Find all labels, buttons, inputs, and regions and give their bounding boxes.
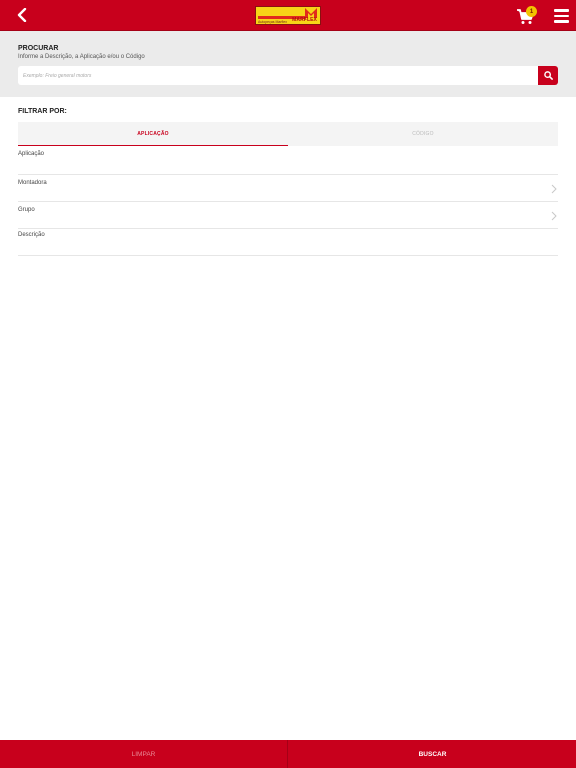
chevron-right-icon — [551, 211, 557, 221]
filter-label: FILTRAR POR: — [18, 108, 67, 115]
field-aplicacao[interactable]: Aplicação — [18, 146, 558, 175]
field-montadora[interactable]: Montadora — [18, 175, 558, 202]
footer-bar: LIMPAR BUSCAR — [0, 740, 576, 768]
logo-wordmark: MARFLEX — [292, 17, 317, 23]
menu-bar — [554, 20, 569, 23]
field-descricao[interactable]: Descrição — [18, 229, 558, 256]
tab-aplicacao[interactable]: APLICAÇÃO — [18, 122, 288, 146]
menu-bar — [554, 14, 569, 17]
menu-bar — [554, 9, 569, 12]
field-label: Montadora — [18, 180, 47, 186]
tab-codigo[interactable]: CÓDIGO — [288, 122, 558, 146]
app-header: Autopeças Marflex MARFLEX 1 — [0, 0, 576, 31]
chevron-left-icon — [17, 8, 27, 22]
back-button[interactable] — [12, 5, 32, 25]
chevron-right-icon — [551, 184, 557, 194]
logo-tagline: Autopeças Marflex — [258, 20, 287, 24]
filter-tabs: APLICAÇÃO CÓDIGO — [18, 122, 558, 146]
field-label: Descrição — [18, 232, 45, 238]
marflex-logo: Autopeças Marflex MARFLEX — [255, 6, 321, 25]
cart-count-badge: 1 — [526, 6, 537, 17]
menu-button[interactable] — [554, 9, 570, 23]
search-button[interactable] — [538, 66, 558, 85]
clear-button[interactable]: LIMPAR — [0, 740, 288, 768]
field-label: Aplicação — [18, 151, 45, 157]
search-icon — [543, 71, 553, 80]
buscar-button[interactable]: BUSCAR — [289, 740, 576, 768]
field-label: Grupo — [18, 207, 35, 213]
search-subtitle: Informe a Descrição, a Aplicação e/ou o … — [18, 54, 145, 60]
search-input[interactable] — [18, 66, 538, 85]
search-title: PROCURAR — [18, 45, 59, 52]
field-grupo[interactable]: Grupo — [18, 202, 558, 229]
search-section: PROCURAR Informe a Descrição, a Aplicaçã… — [0, 31, 576, 97]
